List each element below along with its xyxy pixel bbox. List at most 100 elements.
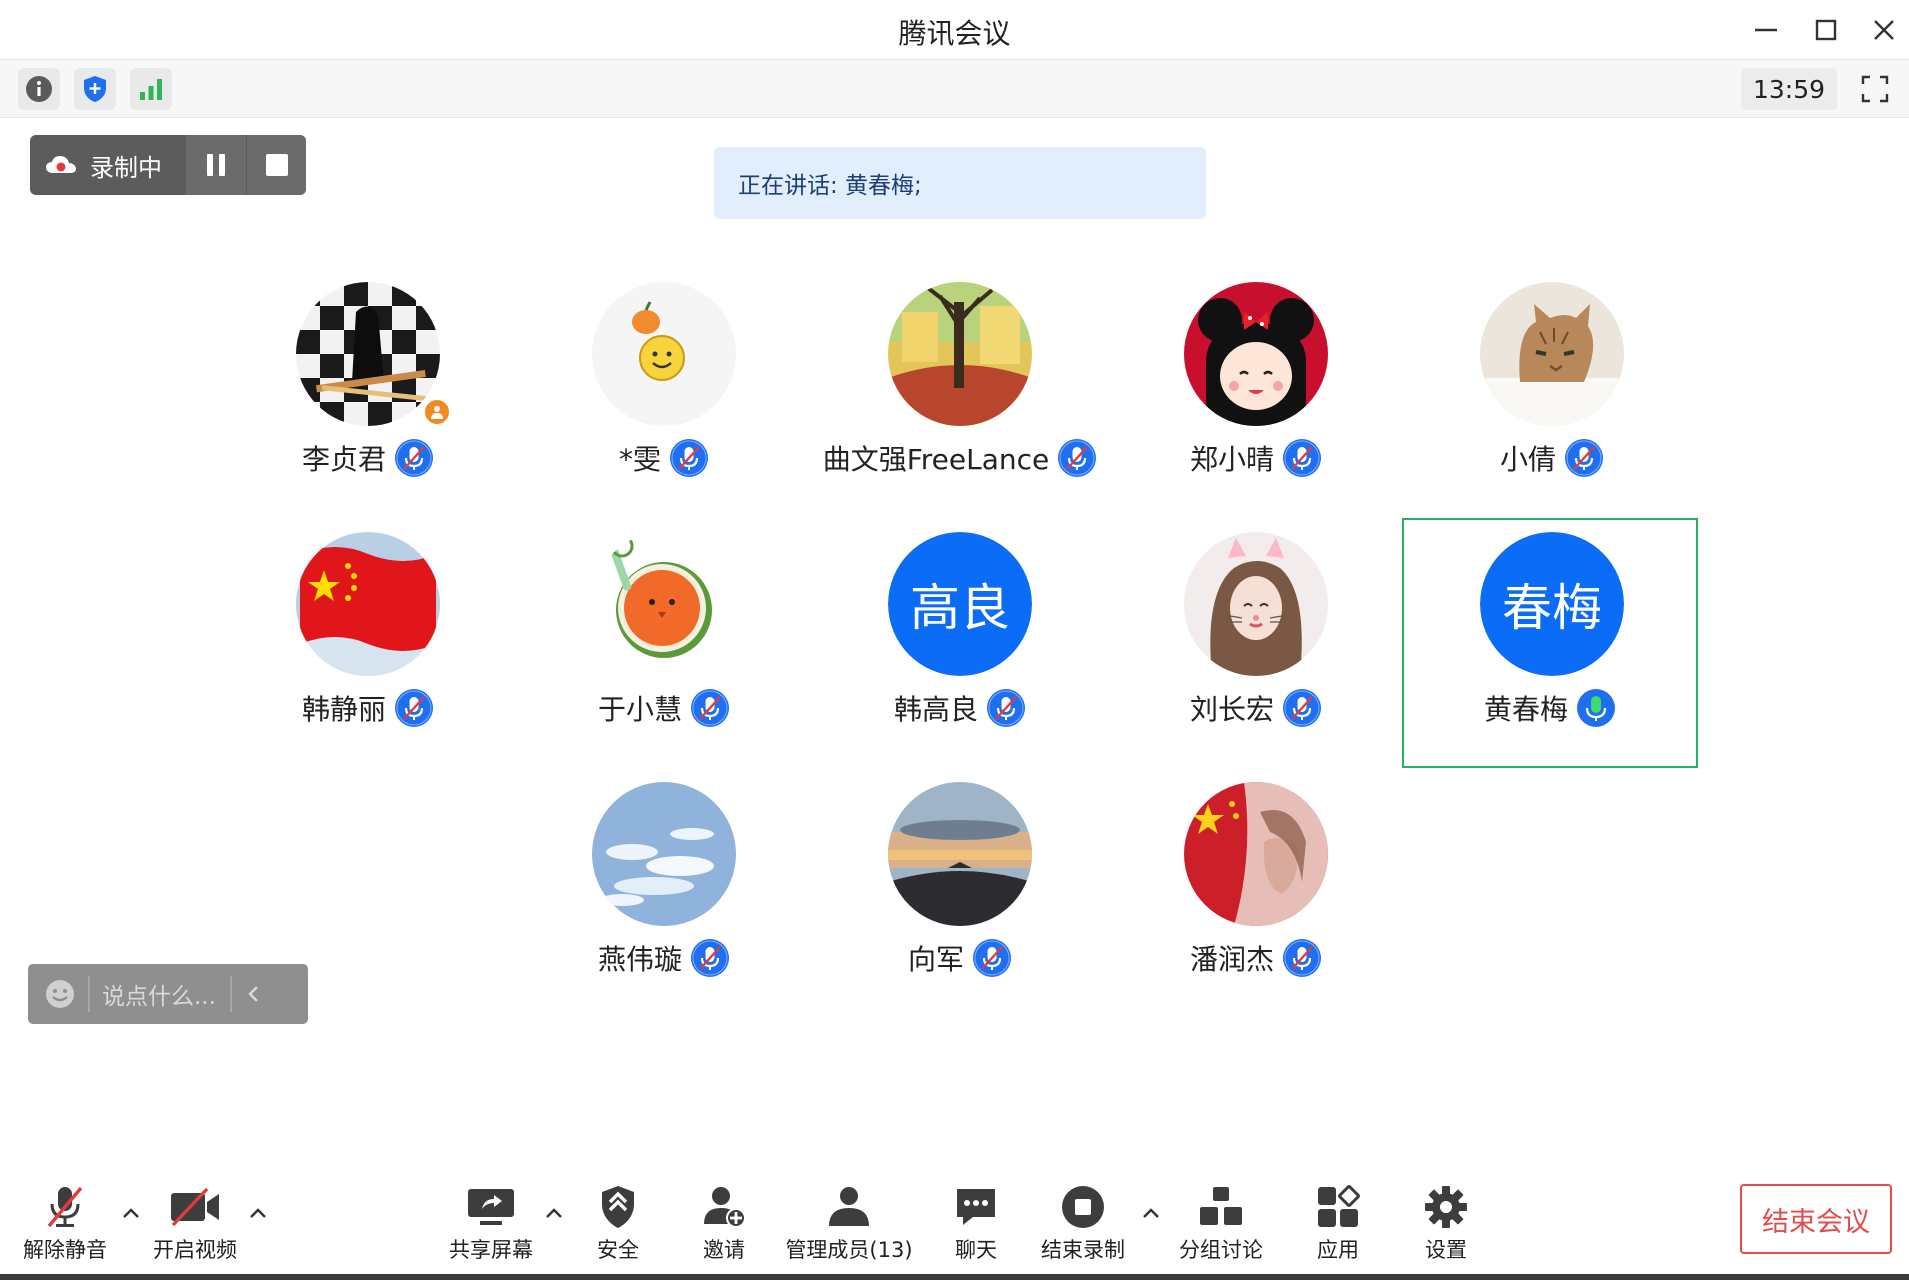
participant-tile[interactable]: 春梅 黄春梅 xyxy=(1402,518,1698,768)
participant-tile[interactable]: 向军 xyxy=(812,770,1108,1020)
chevron-up-icon[interactable] xyxy=(1140,1202,1162,1224)
participant-name: 潘润杰 xyxy=(1189,943,1274,976)
mic-muted-icon xyxy=(1282,938,1322,978)
close-icon[interactable] xyxy=(1864,10,1904,50)
camera-off-icon xyxy=(169,1182,221,1232)
avatar-initials: 春梅 xyxy=(1480,532,1624,676)
avatar xyxy=(1184,532,1328,676)
avatar-initials: 高良 xyxy=(888,532,1032,676)
participant-name: 燕伟璇 xyxy=(597,943,682,976)
participant-name: *雯 xyxy=(618,443,661,476)
apps-label: 应用 xyxy=(1317,1238,1359,1262)
participant-tile[interactable]: 燕伟璇 xyxy=(516,770,812,1020)
end-recording-label: 结束录制 xyxy=(1041,1238,1125,1262)
share-screen-label: 共享屏幕 xyxy=(449,1238,533,1262)
mic-muted-icon xyxy=(1564,438,1604,478)
mic-active-icon xyxy=(1576,688,1616,728)
chat-divider xyxy=(229,976,232,1012)
participant-name-row: 李贞君 xyxy=(220,438,516,478)
pause-recording-button[interactable] xyxy=(186,135,246,195)
members-icon xyxy=(825,1182,873,1232)
chevron-up-icon[interactable] xyxy=(543,1202,565,1224)
unmute-button[interactable]: 解除静音 xyxy=(22,1182,108,1264)
chevron-up-icon[interactable] xyxy=(247,1202,269,1224)
participant-tile[interactable]: *雯 xyxy=(516,270,812,520)
mic-muted-icon xyxy=(1282,438,1322,478)
chevron-left-icon[interactable] xyxy=(246,984,262,1004)
fullscreen-icon[interactable] xyxy=(1854,68,1896,110)
info-icon[interactable] xyxy=(18,68,60,110)
emoji-icon[interactable] xyxy=(44,978,76,1010)
unmute-label: 解除静音 xyxy=(23,1238,107,1262)
participant-name: 韩静丽 xyxy=(301,693,386,726)
settings-label: 设置 xyxy=(1425,1238,1467,1262)
apps-button[interactable]: 应用 xyxy=(1310,1182,1366,1264)
breakout-label: 分组讨论 xyxy=(1179,1238,1263,1262)
invite-button[interactable]: 邀请 xyxy=(696,1182,752,1264)
participant-tile[interactable]: 曲文强FreeLance xyxy=(812,270,1108,520)
stop-icon xyxy=(265,154,288,176)
chat-button[interactable]: 聊天 xyxy=(948,1182,1004,1264)
pause-icon xyxy=(207,154,225,176)
breakout-rooms-button[interactable]: 分组讨论 xyxy=(1176,1182,1266,1264)
signal-icon[interactable] xyxy=(130,68,172,110)
participant-tile[interactable]: 高良韩高良 xyxy=(812,520,1108,770)
participant-name-row: 小倩 xyxy=(1404,438,1700,478)
maximize-icon[interactable] xyxy=(1806,10,1846,50)
participant-name-row: 韩高良 xyxy=(812,688,1108,728)
participant-tile[interactable]: 郑小晴 xyxy=(1108,270,1404,520)
bottom-toolbar: 解除静音 开启视频 共享屏幕 安全 邀请 管理成员(13) 聊天 结束录制 分组… xyxy=(0,1166,1909,1270)
chat-input[interactable]: 说点什么... xyxy=(28,964,308,1024)
start-video-button[interactable]: 开启视频 xyxy=(150,1182,240,1264)
manage-members-button[interactable]: 管理成员(13) xyxy=(784,1182,914,1264)
meeting-clock: 13:59 xyxy=(1741,68,1837,110)
shield-icon[interactable] xyxy=(74,68,116,110)
recording-control: 录制中 xyxy=(30,135,306,195)
share-screen-button[interactable]: 共享屏幕 xyxy=(446,1182,536,1264)
chevron-up-icon[interactable] xyxy=(120,1202,142,1224)
participant-name-row: 潘润杰 xyxy=(1108,938,1404,978)
avatar xyxy=(888,782,1032,926)
add-user-icon xyxy=(701,1182,747,1232)
participant-name-row: 向军 xyxy=(812,938,1108,978)
participant-tile[interactable]: 潘润杰 xyxy=(1108,770,1404,1020)
info-strip: 13:59 xyxy=(0,60,1909,118)
participant-name: 韩高良 xyxy=(893,693,978,726)
participant-tile[interactable]: 李贞君 xyxy=(220,270,516,520)
apps-grid-icon xyxy=(1316,1182,1360,1232)
settings-button[interactable]: 设置 xyxy=(1418,1182,1474,1264)
chat-divider xyxy=(88,976,90,1012)
participant-name-row: 刘长宏 xyxy=(1108,688,1404,728)
participant-tile[interactable]: 韩静丽 xyxy=(220,520,516,770)
stop-recording-button[interactable] xyxy=(246,135,306,195)
avatar xyxy=(1184,782,1328,926)
avatar: 高良 xyxy=(888,532,1032,676)
mic-muted-icon xyxy=(394,438,434,478)
avatar: 春梅 xyxy=(1480,532,1624,676)
security-shield-icon xyxy=(598,1182,638,1232)
avatar xyxy=(296,532,440,676)
participant-name: 向军 xyxy=(907,943,964,976)
participant-name-row: 黄春梅 xyxy=(1404,688,1696,728)
participant-name: 曲文强FreeLance xyxy=(822,443,1050,476)
chat-bubble-icon xyxy=(953,1182,999,1232)
stop-record-icon xyxy=(1060,1182,1106,1232)
participant-name: 李贞君 xyxy=(301,443,386,476)
mic-muted-icon xyxy=(669,438,709,478)
minimize-icon[interactable] xyxy=(1746,10,1786,50)
security-button[interactable]: 安全 xyxy=(590,1182,646,1264)
invite-label: 邀请 xyxy=(703,1238,745,1262)
avatar xyxy=(592,782,736,926)
end-meeting-button[interactable]: 结束会议 xyxy=(1740,1184,1892,1254)
window-bottom-edge xyxy=(0,1274,1909,1280)
participant-tile[interactable]: 小倩 xyxy=(1404,270,1700,520)
end-recording-button[interactable]: 结束录制 xyxy=(1040,1182,1126,1264)
participant-name-row: 于小慧 xyxy=(516,688,812,728)
participant-tile[interactable]: 刘长宏 xyxy=(1108,520,1404,770)
avatar xyxy=(888,282,1032,426)
mic-muted-icon xyxy=(690,688,730,728)
participant-name-row: 郑小晴 xyxy=(1108,438,1404,478)
participant-tile[interactable]: 于小慧 xyxy=(516,520,812,770)
mic-muted-icon xyxy=(972,938,1012,978)
speaking-banner: 正在讲话: 黄春梅; xyxy=(714,147,1206,219)
